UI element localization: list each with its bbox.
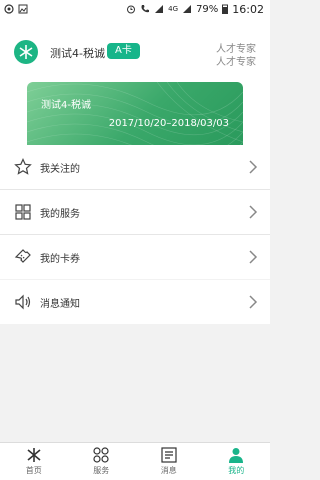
chevron-right-icon xyxy=(249,205,258,219)
membership-card[interactable]: 测试4-税诚 2017/10/20–2018/03/03 xyxy=(27,82,243,145)
tab-label: 消息 xyxy=(160,466,177,475)
menu-group-notifications: 消息通知 xyxy=(0,280,270,324)
battery-icon xyxy=(222,4,229,14)
menu-item-following[interactable]: 我关注的 xyxy=(0,145,270,190)
menu-label: 我的服务 xyxy=(40,208,80,220)
tab-label: 服务 xyxy=(93,466,110,475)
user-name: 测试4-税诚 xyxy=(50,47,105,60)
card-holder-name: 测试4-税诚 xyxy=(41,100,91,111)
service-icon xyxy=(93,447,109,463)
tab-label: 我的 xyxy=(228,466,245,475)
menu-label: 消息通知 xyxy=(40,298,80,310)
speaker-icon xyxy=(15,294,31,310)
home-logo-icon xyxy=(27,448,41,462)
tab-mine[interactable]: 我的 xyxy=(203,443,271,480)
ticket-icon xyxy=(14,249,31,263)
image-icon xyxy=(18,4,28,14)
chevron-right-icon xyxy=(249,250,258,264)
bottom-tab-bar: 首页 服务 消息 我的 xyxy=(0,442,270,480)
status-bar: 4G 79% 16:02 xyxy=(0,0,270,18)
role-label-2: 人才专家 xyxy=(216,57,256,68)
tab-services[interactable]: 服务 xyxy=(68,443,136,480)
tab-messages[interactable]: 消息 xyxy=(135,443,203,480)
tab-home[interactable]: 首页 xyxy=(0,443,68,480)
card-pattern xyxy=(27,82,243,145)
battery-percent: 79% xyxy=(196,3,219,15)
card-level-badge: A卡 xyxy=(107,43,140,59)
logo-icon xyxy=(19,45,33,59)
menu-item-coupons[interactable]: 我的卡券 xyxy=(0,235,270,279)
call-icon xyxy=(141,5,150,13)
network-label: 4G xyxy=(168,5,179,13)
alarm-icon xyxy=(127,5,136,14)
menu-label: 我关注的 xyxy=(40,163,80,175)
tab-label: 首页 xyxy=(25,466,42,475)
chevron-right-icon xyxy=(249,160,258,174)
profile-icon xyxy=(229,448,244,463)
profile-header: 测试4-税诚 A卡 人才专家 人才专家 测试4-税诚 2017/10/20–20… xyxy=(0,18,270,145)
menu-label: 我的卡券 xyxy=(40,253,80,265)
menu-group-main: 我关注的 我的服务 我的卡券 xyxy=(0,145,270,279)
avatar[interactable] xyxy=(14,40,38,64)
chevron-right-icon xyxy=(249,295,258,309)
wifi-icon xyxy=(4,4,14,14)
signal-icon xyxy=(155,5,164,13)
menu-item-notifications[interactable]: 消息通知 xyxy=(0,280,270,324)
news-icon xyxy=(161,447,177,463)
clock: 16:02 xyxy=(232,2,264,16)
card-validity: 2017/10/20–2018/03/03 xyxy=(108,118,229,129)
signal-icon-2 xyxy=(183,5,192,13)
grid-icon xyxy=(15,204,31,220)
star-icon xyxy=(14,158,32,175)
menu-item-services[interactable]: 我的服务 xyxy=(0,190,270,235)
